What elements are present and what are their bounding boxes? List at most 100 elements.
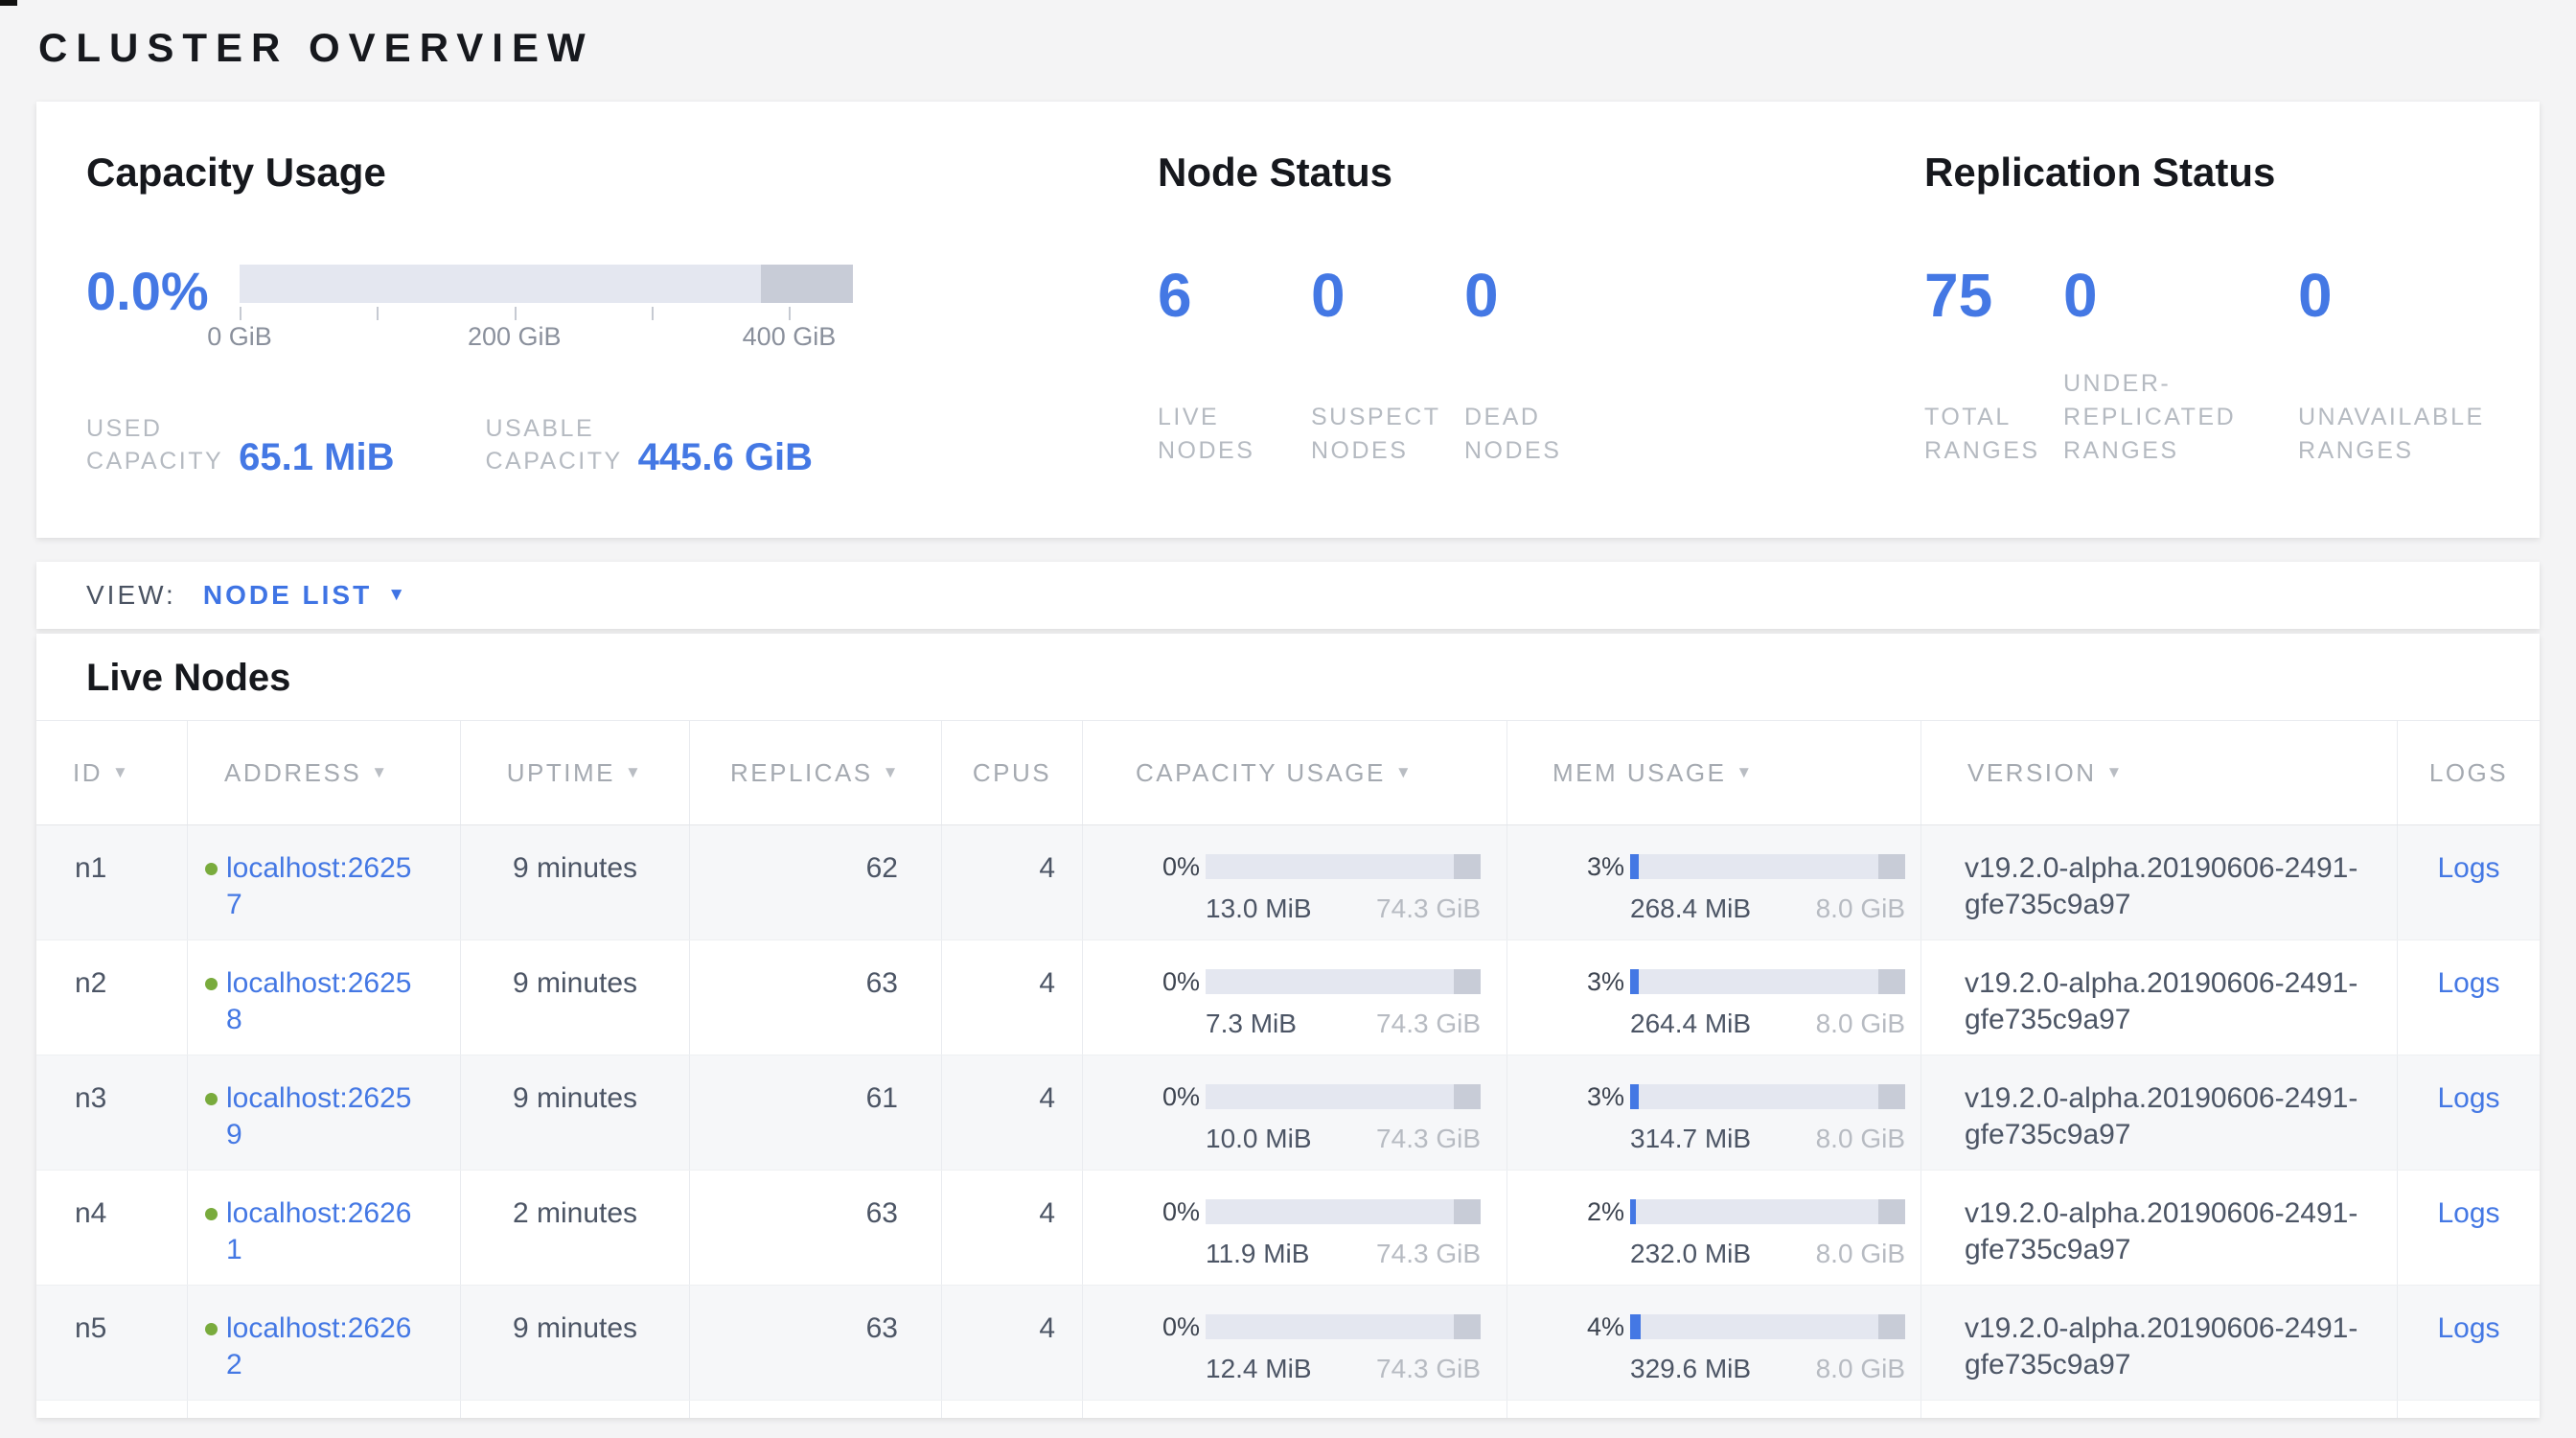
used-capacity: USED CAPACITY 65.1 MiB: [86, 412, 394, 477]
tick-label-400: 400 GiB: [743, 322, 837, 352]
node-logs-cell: Logs: [2398, 1171, 2540, 1285]
node-replicas-cell: 63: [690, 940, 942, 1055]
tick-label-0: 0 GiB: [207, 322, 272, 352]
table-row: n5 localhost:26262 9 minutes 63 4 0% 12.…: [36, 1286, 2540, 1401]
column-header-version[interactable]: VERSION▼: [1921, 721, 2398, 824]
capacity-axis-ticks: [240, 305, 853, 320]
logs-link[interactable]: Logs: [2437, 1082, 2499, 1114]
capacity-bar: [1206, 1199, 1481, 1224]
logs-link[interactable]: Logs: [2437, 967, 2499, 999]
node-uptime-cell: 9 minutes: [461, 1286, 690, 1400]
node-capacity-usage-cell: 0% 10.0 MiB 74.3 GiB: [1083, 1055, 1507, 1170]
capacity-used-value: 7.3 MiB: [1206, 1006, 1297, 1042]
capacity-bar: [1206, 1314, 1481, 1339]
capacity-used-value: 13.0 MiB: [1206, 891, 1312, 927]
node-id-cell: n3: [36, 1055, 188, 1170]
cluster-overview-page: CLUSTER OVERVIEW Capacity Usage 0.0% 0 G…: [0, 0, 2576, 1438]
capacity-bar-track: [240, 265, 853, 303]
sort-arrow-icon: ▼: [1736, 763, 1754, 782]
capacity-total-value: 74.3 GiB: [1376, 1351, 1481, 1387]
live-status-dot-icon: [205, 1093, 218, 1105]
sort-arrow-icon: ▼: [1395, 763, 1414, 782]
node-version-cell: v19.2.0-alpha.20190606-2491-gfe735c9a97: [1921, 1171, 2398, 1285]
node-uptime-cell: 2 minutes: [461, 1171, 690, 1285]
table-row: n1 localhost:26257 9 minutes 62 4 0% 13.…: [36, 825, 2540, 940]
node-address-link[interactable]: localhost:26259: [226, 1080, 416, 1153]
replication-status-section: Replication Status 75 TOTAL RANGES 0 UND…: [1924, 150, 2540, 538]
capacity-used-value: 11.9 MiB: [1206, 1236, 1309, 1272]
unavailable-ranges-label: UNAVAILABLE RANGES: [2298, 401, 2538, 468]
mem-total-value: 8.0 GiB: [1816, 1351, 1905, 1387]
unavailable-ranges-value: 0: [2298, 265, 2538, 326]
logs-link[interactable]: Logs: [2437, 1197, 2499, 1229]
column-header-uptime[interactable]: UPTIME▼: [461, 721, 690, 824]
table-header-row: ID▼ ADDRESS▼ UPTIME▼ REPLICAS▼ CPUS CAPA…: [36, 720, 2540, 825]
chevron-down-icon[interactable]: ▼: [387, 585, 405, 606]
live-status-dot-icon: [205, 863, 218, 875]
node-address-link[interactable]: localhost:26257: [226, 850, 416, 923]
mem-used-value: 314.7 MiB: [1630, 1121, 1751, 1157]
node-uptime-cell: 9 minutes: [461, 1055, 690, 1170]
usable-capacity-label: USABLE CAPACITY: [485, 412, 622, 477]
sort-arrow-icon: ▼: [371, 763, 389, 782]
node-address-cell: localhost:26257: [188, 825, 461, 939]
capacity-total-value: 74.3 GiB: [1376, 1006, 1481, 1042]
capacity-percent: 0%: [1160, 1194, 1200, 1230]
capacity-percent: 0%: [1160, 1078, 1200, 1115]
mem-bar: [1630, 1314, 1905, 1339]
dead-nodes-stat: 0 DEAD NODES: [1464, 265, 1618, 468]
column-header-mem-usage[interactable]: MEM USAGE▼: [1507, 721, 1921, 824]
node-address-link[interactable]: localhost:26262: [226, 1310, 416, 1383]
tick-label-200: 200 GiB: [468, 322, 562, 352]
column-header-id[interactable]: ID▼: [36, 721, 188, 824]
node-status-section: Node Status 6 LIVE NODES 0 SUSPECT NODES…: [1158, 150, 1924, 538]
live-nodes-stat: 6 LIVE NODES: [1158, 265, 1311, 468]
node-id-cell: n1: [36, 825, 188, 939]
node-version-cell: v19.2.0-alpha.20190606-2491-gfe735c9a97: [1921, 825, 2398, 939]
total-ranges-value: 75: [1924, 265, 2063, 326]
node-address-link[interactable]: localhost:26258: [226, 965, 416, 1038]
table-row: n3 localhost:26259 9 minutes 61 4 0% 10.…: [36, 1055, 2540, 1171]
node-address-link[interactable]: localhost:26261: [226, 1195, 416, 1268]
column-header-replicas[interactable]: REPLICAS▼: [690, 721, 942, 824]
column-header-capacity-usage[interactable]: CAPACITY USAGE▼: [1083, 721, 1507, 824]
view-dropdown[interactable]: NODE LIST: [203, 580, 372, 611]
capacity-usage-section: Capacity Usage 0.0% 0 GiB 200 GiB 400 Gi…: [86, 150, 1158, 538]
node-capacity-usage-cell: 0% 7.3 MiB 74.3 GiB: [1083, 940, 1507, 1055]
live-status-dot-icon: [205, 1323, 218, 1335]
node-logs-cell: Logs: [2398, 825, 2540, 939]
capacity-axis-labels: 0 GiB 200 GiB 400 GiB: [240, 322, 853, 353]
sort-arrow-icon: ▼: [625, 763, 643, 782]
node-replicas-cell: 63: [690, 1171, 942, 1285]
replication-status-heading: Replication Status: [1924, 150, 2540, 196]
column-header-address[interactable]: ADDRESS▼: [188, 721, 461, 824]
view-selector-bar: VIEW: NODE LIST ▼: [36, 562, 2540, 629]
capacity-usage-heading: Capacity Usage: [86, 150, 1158, 196]
live-nodes-value: 6: [1158, 265, 1311, 326]
node-mem-usage-cell: 4% 329.6 MiB 8.0 GiB: [1507, 1286, 1921, 1400]
live-status-dot-icon: [205, 978, 218, 990]
node-logs-cell: Logs: [2398, 1055, 2540, 1170]
total-ranges-stat: 75 TOTAL RANGES: [1924, 265, 2063, 468]
node-id-cell: n2: [36, 940, 188, 1055]
mem-used-value: 268.4 MiB: [1630, 891, 1751, 927]
mem-bar: [1630, 969, 1905, 994]
logs-link[interactable]: Logs: [2437, 1312, 2499, 1344]
node-version-cell: v19.2.0-alpha.20190606-2491-gfe735c9a97: [1921, 1286, 2398, 1400]
capacity-used-value: 12.4 MiB: [1206, 1351, 1312, 1387]
node-uptime-cell: 9 minutes: [461, 940, 690, 1055]
capacity-total-value: 74.3 GiB: [1376, 1236, 1481, 1272]
mem-percent: 4%: [1584, 1309, 1624, 1345]
node-cpus-cell: 4: [942, 1055, 1083, 1170]
capacity-total-value: 74.3 GiB: [1376, 1121, 1481, 1157]
mem-total-value: 8.0 GiB: [1816, 1121, 1905, 1157]
mem-total-value: 8.0 GiB: [1816, 891, 1905, 927]
capacity-bar: [1206, 1084, 1481, 1109]
node-replicas-cell: 63: [690, 1286, 942, 1400]
mem-bar: [1630, 1084, 1905, 1109]
logs-link[interactable]: Logs: [2437, 852, 2499, 884]
used-capacity-value: 65.1 MiB: [239, 436, 394, 479]
mem-percent: 3%: [1584, 848, 1624, 885]
capacity-total-value: 74.3 GiB: [1376, 891, 1481, 927]
table-row-partial: [36, 1401, 2540, 1418]
